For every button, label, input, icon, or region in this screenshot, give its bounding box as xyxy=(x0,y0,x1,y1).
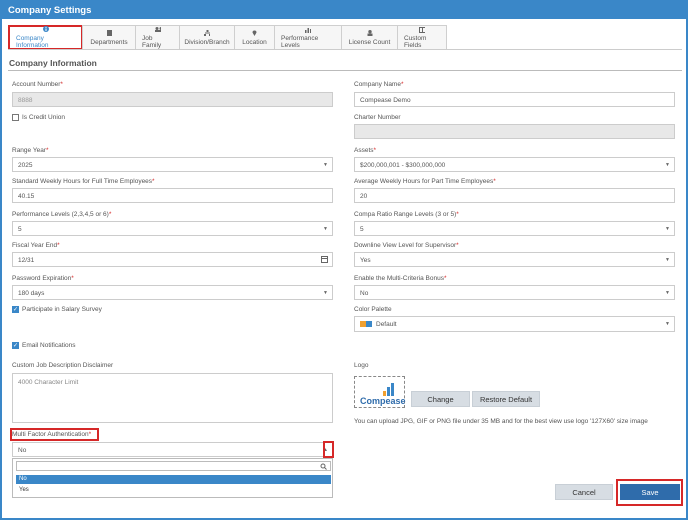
chevron-down-icon: ▼ xyxy=(323,290,328,296)
mfa-label-highlight xyxy=(10,428,99,441)
tab-label: Performance Levels xyxy=(281,35,319,49)
avg-weekly-hours-input[interactable]: 20 xyxy=(354,188,675,203)
assets-label: Assets* xyxy=(354,147,377,154)
logo-brand-text: Compease xyxy=(360,396,406,406)
tab-company-information[interactable]: Company Information xyxy=(8,25,83,50)
password-expiration-label: Password Expiration* xyxy=(12,275,74,282)
fiscal-year-end-input[interactable]: 12/31 xyxy=(12,252,333,267)
avg-weekly-hours-label: Average Weekly Hours for Part Time Emplo… xyxy=(354,178,496,185)
tab-division-branch[interactable]: Division/Branch xyxy=(179,25,235,50)
restore-default-button[interactable]: Restore Default xyxy=(472,391,540,407)
info-icon xyxy=(42,26,49,32)
logo-label: Logo xyxy=(354,362,369,369)
std-weekly-hours-label: Standard Weekly Hours for Full Time Empl… xyxy=(12,178,155,185)
sitemap-icon xyxy=(204,30,210,36)
company-name-label: Company Name* xyxy=(354,81,404,88)
section-divider xyxy=(8,70,682,71)
mfa-toggle-highlight xyxy=(323,441,334,458)
chevron-down-icon: ▼ xyxy=(665,162,670,168)
users-icon xyxy=(154,27,161,32)
company-name-input[interactable]: Compease Demo xyxy=(354,92,675,107)
section-title: Company Information xyxy=(9,58,97,68)
company-logo: Compease xyxy=(354,376,406,408)
tab-departments[interactable]: Departments xyxy=(82,25,136,50)
user-plus-icon xyxy=(367,30,373,36)
logo-help-text: You can upload JPG, GIF or PNG file unde… xyxy=(354,418,648,425)
job-disclaimer-label: Custom Job Description Disclaimer xyxy=(12,362,114,369)
charter-number-label: Charter Number xyxy=(354,114,401,121)
change-logo-button[interactable]: Change xyxy=(411,391,470,407)
tab-label: Location xyxy=(242,38,267,46)
tab-license-count[interactable]: License Count xyxy=(341,25,398,50)
fiscal-year-end-label: Fiscal Year End* xyxy=(12,242,60,249)
calendar-icon[interactable] xyxy=(321,256,328,263)
performance-levels-label: Performance Levels (2,3,4,5 or 6)* xyxy=(12,211,112,218)
tab-custom-fields[interactable]: Custom Fields xyxy=(397,25,447,50)
mfa-option-yes[interactable]: Yes xyxy=(16,486,331,495)
range-year-select[interactable]: 2025 ▼ xyxy=(12,157,333,172)
color-palette-select[interactable]: Default ▼ xyxy=(354,316,675,332)
save-button-highlight xyxy=(616,479,683,506)
search-icon xyxy=(320,463,327,470)
downline-view-select[interactable]: Yes ▼ xyxy=(354,252,675,267)
account-number-input[interactable]: 8888 xyxy=(12,92,333,107)
tab-performance-levels[interactable]: Performance Levels xyxy=(274,25,342,50)
chevron-down-icon: ▼ xyxy=(665,257,670,263)
settings-tabs: Company Information Departments Job Fami… xyxy=(8,25,447,50)
tab-label: Custom Fields xyxy=(404,35,427,49)
salary-survey-checkbox[interactable]: ✓ xyxy=(12,306,19,313)
chevron-down-icon: ▼ xyxy=(323,226,328,232)
downline-view-label: Downline View Level for Supervisor* xyxy=(354,242,459,249)
multi-criteria-select[interactable]: No ▼ xyxy=(354,285,675,300)
email-notifications-checkbox[interactable]: ✓ xyxy=(12,342,19,349)
mfa-select[interactable]: No ▲ xyxy=(12,442,333,457)
std-weekly-hours-input[interactable]: 40.15 xyxy=(12,188,333,203)
tab-label: Departments xyxy=(90,38,128,46)
email-notifications-label: Email Notifications xyxy=(22,342,76,349)
tab-label: Job Family xyxy=(142,35,162,49)
building-icon xyxy=(106,30,112,36)
salary-survey-label: Participate in Salary Survey xyxy=(22,306,102,313)
tab-label: License Count xyxy=(348,38,391,46)
account-number-label: Account Number* xyxy=(12,81,63,88)
credit-union-checkbox[interactable] xyxy=(12,114,19,121)
tab-job-family[interactable]: Job Family xyxy=(135,25,180,50)
mfa-search-input[interactable] xyxy=(16,461,331,471)
range-year-label: Range Year* xyxy=(12,147,49,154)
map-pin-icon xyxy=(252,30,258,36)
chevron-down-icon: ▼ xyxy=(665,321,670,327)
palette-swatch-icon xyxy=(366,321,372,327)
color-palette-label: Color Palette xyxy=(354,306,392,313)
multi-criteria-label: Enable the Multi-Criteria Bonus* xyxy=(354,275,447,282)
tab-location[interactable]: Location xyxy=(234,25,275,50)
password-expiration-select[interactable]: 180 days ▼ xyxy=(12,285,333,300)
credit-union-label: Is Credit Union xyxy=(22,114,65,121)
compa-ratio-select[interactable]: 5 ▼ xyxy=(354,221,675,236)
tab-label: Company Information xyxy=(16,34,49,49)
mfa-option-no[interactable]: No xyxy=(16,475,331,484)
chevron-down-icon: ▼ xyxy=(665,226,670,232)
chevron-down-icon: ▼ xyxy=(665,290,670,296)
bar-chart-icon xyxy=(305,27,311,33)
tab-divider xyxy=(8,49,682,50)
chevron-down-icon: ▼ xyxy=(323,162,328,168)
tab-label: Division/Branch xyxy=(184,38,230,46)
compa-ratio-label: Compa Ratio Range Levels (3 or 5)* xyxy=(354,211,459,218)
performance-levels-select[interactable]: 5 ▼ xyxy=(12,221,333,236)
assets-select[interactable]: $200,000,001 - $300,000,000 ▼ xyxy=(354,157,675,172)
table-icon xyxy=(419,26,425,33)
job-disclaimer-textarea[interactable]: 4000 Character Limit xyxy=(12,373,333,423)
mfa-dropdown-list: No Yes xyxy=(12,458,333,498)
cancel-button[interactable]: Cancel xyxy=(555,484,613,500)
window-title: Company Settings xyxy=(2,2,686,19)
charter-number-input[interactable] xyxy=(354,124,675,139)
